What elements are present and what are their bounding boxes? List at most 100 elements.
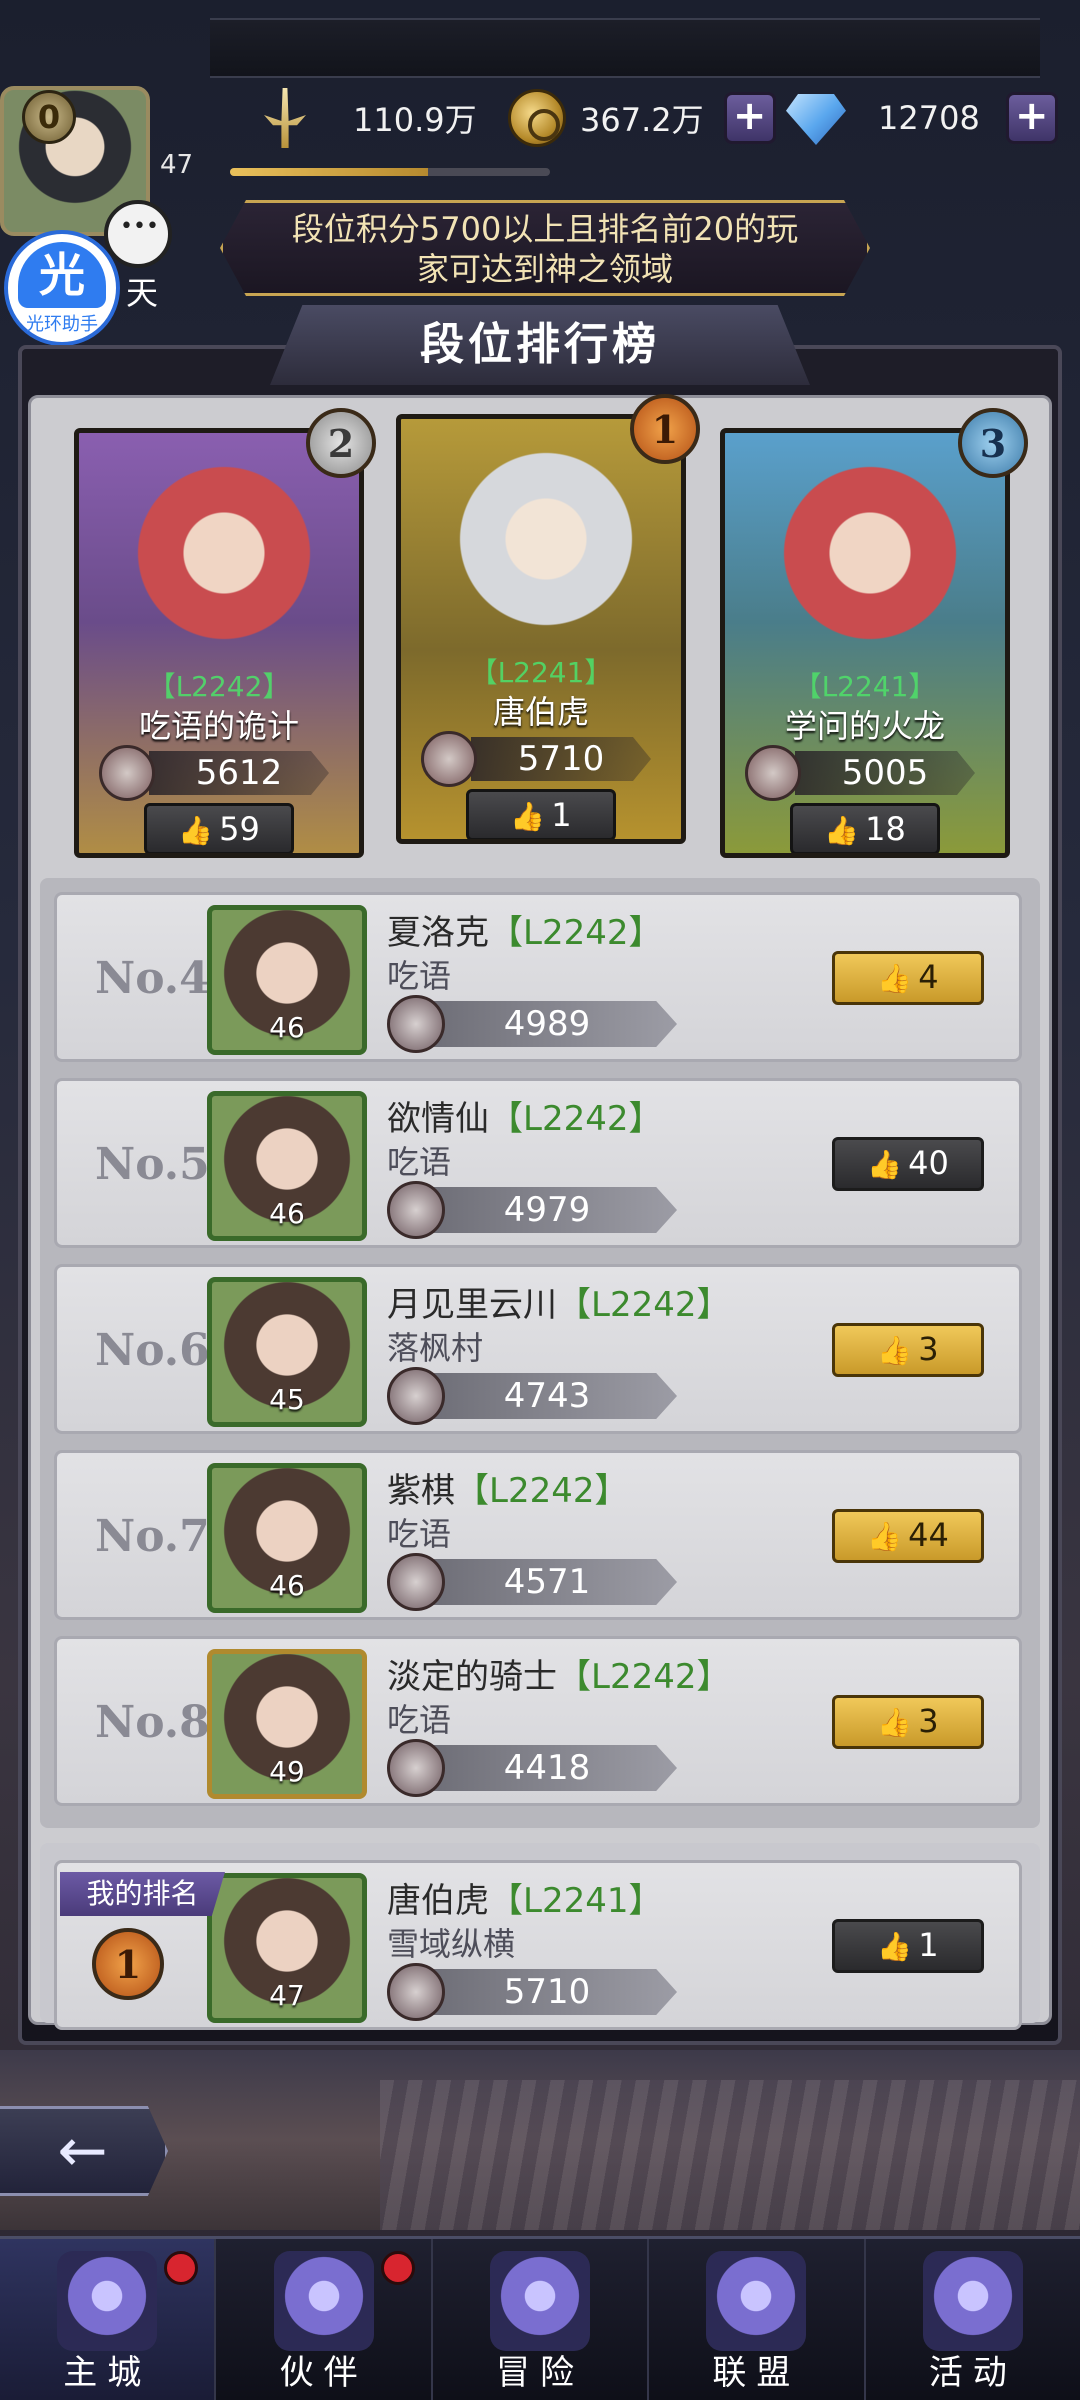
top-score: 5710 bbox=[471, 737, 651, 781]
top-card-rank-3[interactable]: 【L2241】 学问的火龙 5005 👍 18 bbox=[720, 428, 1010, 858]
rank-number: No.7 bbox=[95, 1511, 210, 1562]
player-portrait: 45 bbox=[207, 1277, 367, 1427]
thumb-icon: 👍 bbox=[824, 814, 860, 847]
player-score: 4571 bbox=[417, 1559, 677, 1605]
gold-value: 367.2万 bbox=[580, 101, 704, 139]
add-gold-button[interactable]: + bbox=[723, 92, 776, 144]
top-score: 5612 bbox=[149, 751, 329, 795]
tier-badge-icon bbox=[387, 1963, 445, 2021]
player-score: 4979 bbox=[417, 1187, 677, 1233]
player-level: 47 bbox=[160, 150, 194, 180]
top-level-tag: 【L2241】 bbox=[793, 670, 937, 703]
diamond-resource: 12708 + bbox=[786, 80, 1058, 156]
like-button[interactable]: 👍 18 bbox=[790, 803, 940, 853]
player-name: 欲情仙【L2242】 bbox=[387, 1099, 663, 1139]
my-rank-tag: 我的排名 bbox=[60, 1872, 225, 1916]
assistant-button[interactable]: 光 光环助手 bbox=[4, 230, 120, 346]
exp-progress-bar bbox=[230, 168, 550, 176]
add-diamond-button[interactable]: + bbox=[1005, 92, 1058, 144]
ranking-row[interactable]: No.7 46 紫棋【L2242】 吃语 4571 👍 44 bbox=[54, 1450, 1022, 1620]
gold-coin-icon bbox=[508, 89, 566, 147]
guild-name: 吃语 bbox=[387, 957, 452, 995]
tier-badge-icon bbox=[421, 731, 477, 787]
nav-adventure[interactable]: 冒险 bbox=[433, 2239, 650, 2400]
tier-badge-icon bbox=[387, 1181, 445, 1239]
nav-label: 冒险 bbox=[496, 2353, 585, 2393]
tier-badge-icon bbox=[387, 1739, 445, 1797]
guild-name: 雪域纵横 bbox=[387, 1925, 516, 1963]
banner-line-2: 家可达到神之领域 bbox=[416, 250, 673, 288]
top-card-rank-1[interactable]: 【L2241】 唐伯虎 5710 👍 1 bbox=[396, 414, 686, 844]
player-name: 月见里云川【L2242】 bbox=[387, 1285, 731, 1325]
notification-dot bbox=[164, 2251, 199, 2285]
thumb-icon: 👍 bbox=[178, 814, 214, 847]
back-button[interactable]: ← bbox=[0, 2106, 168, 2196]
ranking-row[interactable]: No.4 46 夏洛克【L2242】 吃语 4989 👍 4 bbox=[54, 892, 1022, 1062]
resource-bar bbox=[210, 18, 1040, 78]
ranking-row[interactable]: No.6 45 月见里云川【L2242】 落枫村 4743 👍 3 bbox=[54, 1264, 1022, 1434]
like-button[interactable]: 👍 3 bbox=[832, 1323, 984, 1377]
like-button[interactable]: 👍 1 bbox=[832, 1919, 984, 1973]
player-portrait: 46 bbox=[207, 905, 367, 1055]
player-score: 4418 bbox=[417, 1745, 677, 1791]
tier-badge-icon bbox=[745, 745, 801, 801]
thumb-icon: 👍 bbox=[877, 1334, 913, 1367]
nav-main-city[interactable]: 主城 bbox=[0, 2239, 217, 2400]
thumb-icon: 👍 bbox=[877, 1930, 913, 1963]
tier-badge-icon bbox=[387, 1367, 445, 1425]
wizard-hat-icon bbox=[273, 2251, 374, 2351]
player-name: 夏洛克【L2242】 bbox=[387, 913, 663, 953]
player-portrait: 46 bbox=[207, 1091, 367, 1241]
top-card-rank-2[interactable]: 【L2242】 吃语的诡计 5612 👍 59 bbox=[74, 428, 364, 858]
banner-line-1: 段位积分5700以上且排名前20的玩 bbox=[291, 210, 799, 248]
tier-badge-icon bbox=[387, 995, 445, 1053]
like-button[interactable]: 👍 40 bbox=[832, 1137, 984, 1191]
rank-number: No.4 bbox=[95, 953, 210, 1004]
nav-label: 联盟 bbox=[712, 2353, 801, 2393]
tier-badge-icon bbox=[387, 1553, 445, 1611]
like-button[interactable]: 👍 3 bbox=[832, 1695, 984, 1749]
silver-medal-icon: 2 bbox=[306, 408, 376, 478]
guild-name: 吃语 bbox=[387, 1701, 452, 1739]
page-title: 段位排行榜 bbox=[270, 305, 810, 385]
power-resource: 110.9万 bbox=[255, 80, 477, 156]
guild-name: 落枫村 bbox=[387, 1329, 484, 1367]
guild-name: 吃语 bbox=[387, 1143, 452, 1181]
compass-star-icon bbox=[490, 2251, 591, 2351]
player-portrait: 49 bbox=[207, 1649, 367, 1799]
top-score: 5005 bbox=[795, 751, 975, 795]
character-portrait bbox=[780, 463, 960, 663]
like-button[interactable]: 👍 4 bbox=[832, 951, 984, 1005]
rank-number: No.5 bbox=[95, 1139, 210, 1190]
diamond-icon bbox=[786, 94, 846, 145]
sword-icon bbox=[264, 88, 306, 148]
bronze-medal-icon: 3 bbox=[958, 408, 1028, 478]
nav-partners[interactable]: 伙伴 bbox=[216, 2239, 433, 2400]
assistant-label: 光环助手 bbox=[26, 314, 98, 335]
thumb-icon: 👍 bbox=[877, 1706, 913, 1739]
player-portrait: 47 bbox=[207, 1873, 367, 2023]
chat-button[interactable] bbox=[104, 200, 172, 268]
character-portrait bbox=[456, 449, 636, 649]
ranking-row[interactable]: No.5 46 欲情仙【L2242】 吃语 4979 👍 40 bbox=[54, 1078, 1022, 1248]
top-level-tag: 【L2241】 bbox=[469, 656, 613, 689]
like-button[interactable]: 👍 1 bbox=[466, 789, 616, 839]
thumb-icon: 👍 bbox=[867, 1520, 903, 1553]
player-name: 唐伯虎【L2241】 bbox=[387, 1881, 663, 1921]
top-player-name: 吃语的诡计 bbox=[138, 707, 299, 745]
ranking-row[interactable]: No.8 49 淡定的骑士【L2242】 吃语 4418 👍 3 bbox=[54, 1636, 1022, 1806]
top-player-name: 唐伯虎 bbox=[492, 693, 589, 731]
like-button[interactable]: 👍 44 bbox=[832, 1509, 984, 1563]
gold-resource: 367.2万 + bbox=[508, 80, 776, 156]
rank-number: No.8 bbox=[95, 1697, 210, 1748]
like-button[interactable]: 👍 59 bbox=[144, 803, 294, 853]
nav-events[interactable]: 活动 bbox=[866, 2239, 1080, 2400]
top-player-name: 学问的火龙 bbox=[784, 707, 945, 745]
character-portrait bbox=[134, 463, 314, 663]
player-portrait: 46 bbox=[207, 1463, 367, 1613]
gold-medal-icon: 1 bbox=[630, 394, 700, 464]
nav-label: 活动 bbox=[928, 2353, 1017, 2393]
player-score: 5710 bbox=[417, 1969, 677, 2015]
nav-alliance[interactable]: 联盟 bbox=[649, 2239, 866, 2400]
thumb-icon: 👍 bbox=[877, 962, 913, 995]
